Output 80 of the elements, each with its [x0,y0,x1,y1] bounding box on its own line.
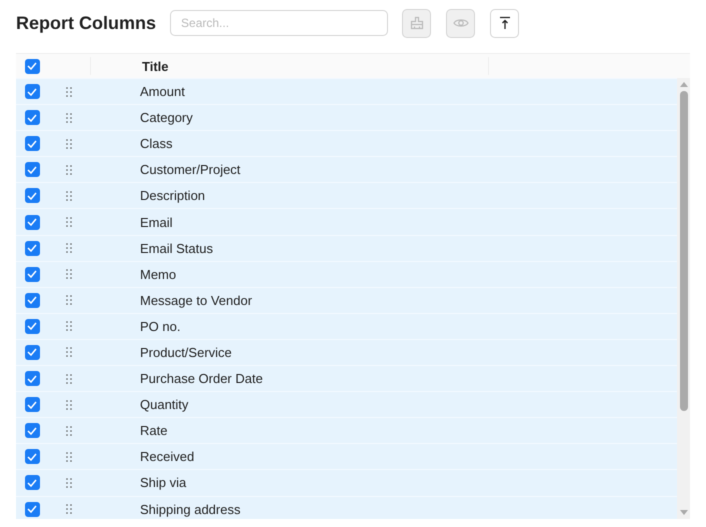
row-checkbox[interactable] [24,110,40,126]
row-title: Purchase Order Date [140,371,263,386]
drag-handle-icon[interactable] [66,243,72,254]
row-title: Message to Vendor [140,292,252,308]
drag-handle-icon[interactable] [66,347,72,358]
row-checkbox[interactable] [24,371,40,386]
row-checkbox[interactable] [24,318,40,334]
checkmark-icon [27,114,37,122]
checkmark-icon [27,192,37,200]
checkmark-icon [27,505,37,514]
row-title: Product/Service [140,344,232,360]
row-title: Shipping address [140,502,240,517]
row-title: Class [140,136,173,152]
row-checkbox[interactable] [24,292,40,308]
row-checkbox[interactable] [24,240,40,256]
row-title: Memo [140,266,176,282]
drag-handle-icon[interactable] [66,374,72,384]
checkmark-icon [27,478,37,487]
drag-handle-icon[interactable] [66,217,72,228]
checkmark-icon [27,400,37,409]
drag-handle-icon[interactable] [66,190,72,201]
row-checkbox[interactable] [24,188,40,204]
drag-handle-icon[interactable] [66,269,72,280]
row-checkbox[interactable] [24,423,40,438]
checkmark-icon [27,218,37,226]
row-title: Email [140,214,173,230]
row-title: Ship via [140,475,186,490]
row-checkbox[interactable] [24,136,40,152]
panel-title: Report Columns [16,12,156,34]
checkmark-icon [27,166,37,174]
row-title: Customer/Project [140,162,240,178]
move-top-button[interactable] [490,8,520,38]
drag-handle-icon[interactable] [66,112,72,123]
checkmark-icon [27,374,37,383]
drag-handle-icon[interactable] [66,452,72,462]
drag-handle-icon[interactable] [66,504,72,514]
row-title: Received [140,449,194,464]
row-checkbox[interactable] [24,266,40,282]
drag-handle-icon[interactable] [66,138,72,149]
drag-handle-icon[interactable] [66,400,72,410]
row-checkbox[interactable] [24,344,40,360]
checkmark-icon [27,296,37,304]
row-checkbox[interactable] [24,84,40,100]
drag-handle-icon[interactable] [66,164,72,175]
checkmark-icon [27,62,37,70]
scroll-up-icon[interactable] [680,82,688,87]
checkmark-icon [27,348,37,356]
scroll-down-icon[interactable] [680,510,688,515]
row-title: Category [140,110,193,126]
row-checkbox[interactable] [24,397,40,412]
row-title: Email Status [140,240,213,256]
brush-icon [410,16,424,30]
scrollbar[interactable] [677,78,690,519]
row-title: PO no. [140,318,180,334]
checkmark-icon [27,244,37,252]
row-title: Rate [140,423,168,438]
scrollbar-thumb[interactable] [680,91,688,411]
row-title: Amount [140,84,185,100]
search-field[interactable]: Search... [170,10,388,36]
drag-handle-icon[interactable] [66,86,72,97]
move-to-top-icon [498,16,511,30]
column-header: Title [142,58,168,74]
drag-handle-icon[interactable] [66,321,72,332]
row-title: Description [140,188,206,204]
drag-handle-icon[interactable] [66,295,72,306]
checkmark-icon [27,140,37,148]
row-checkbox[interactable] [24,449,40,464]
row-checkbox[interactable] [24,214,40,230]
checkmark-icon [27,452,37,461]
checkmark-icon [27,322,37,330]
checkmark-icon [27,426,37,435]
row-checkbox[interactable] [24,475,40,490]
checkmark-icon [27,88,37,96]
select-all-checkbox[interactable] [24,58,40,74]
row-checkbox[interactable] [24,162,40,178]
row-title: Quantity [140,397,188,412]
checkmark-icon [27,270,37,278]
drag-handle-icon[interactable] [66,426,72,436]
row-checkbox[interactable] [24,502,40,517]
drag-handle-icon[interactable] [66,478,72,488]
